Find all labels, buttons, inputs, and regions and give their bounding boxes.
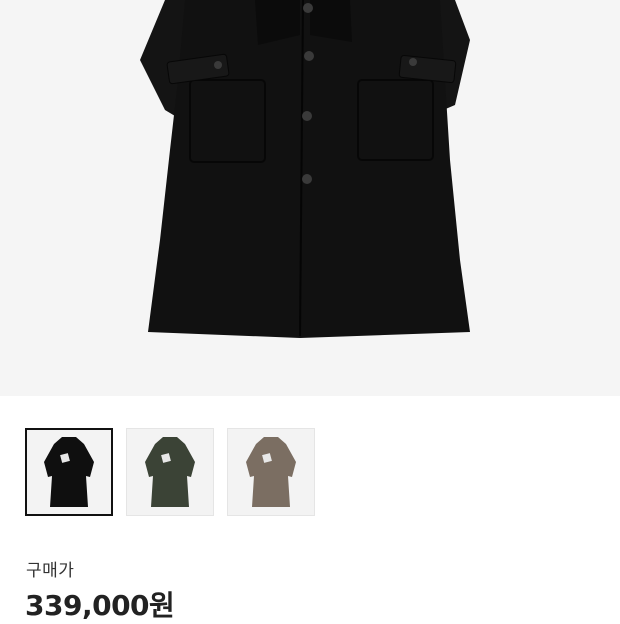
thumbnail-list: [25, 428, 315, 516]
coat-image: [140, 0, 470, 338]
thumbnail-black[interactable]: [25, 428, 113, 516]
coat-thumbnail-icon: [44, 437, 94, 507]
price-label: 구매가: [26, 561, 75, 581]
price-value: 339,000원: [25, 589, 175, 622]
thumbnail-brown[interactable]: [227, 428, 315, 516]
coat-thumbnail-icon: [246, 437, 296, 507]
coat-thumbnail-icon: [145, 437, 195, 507]
main-product-image: [0, 0, 620, 396]
thumbnail-khaki[interactable]: [126, 428, 214, 516]
